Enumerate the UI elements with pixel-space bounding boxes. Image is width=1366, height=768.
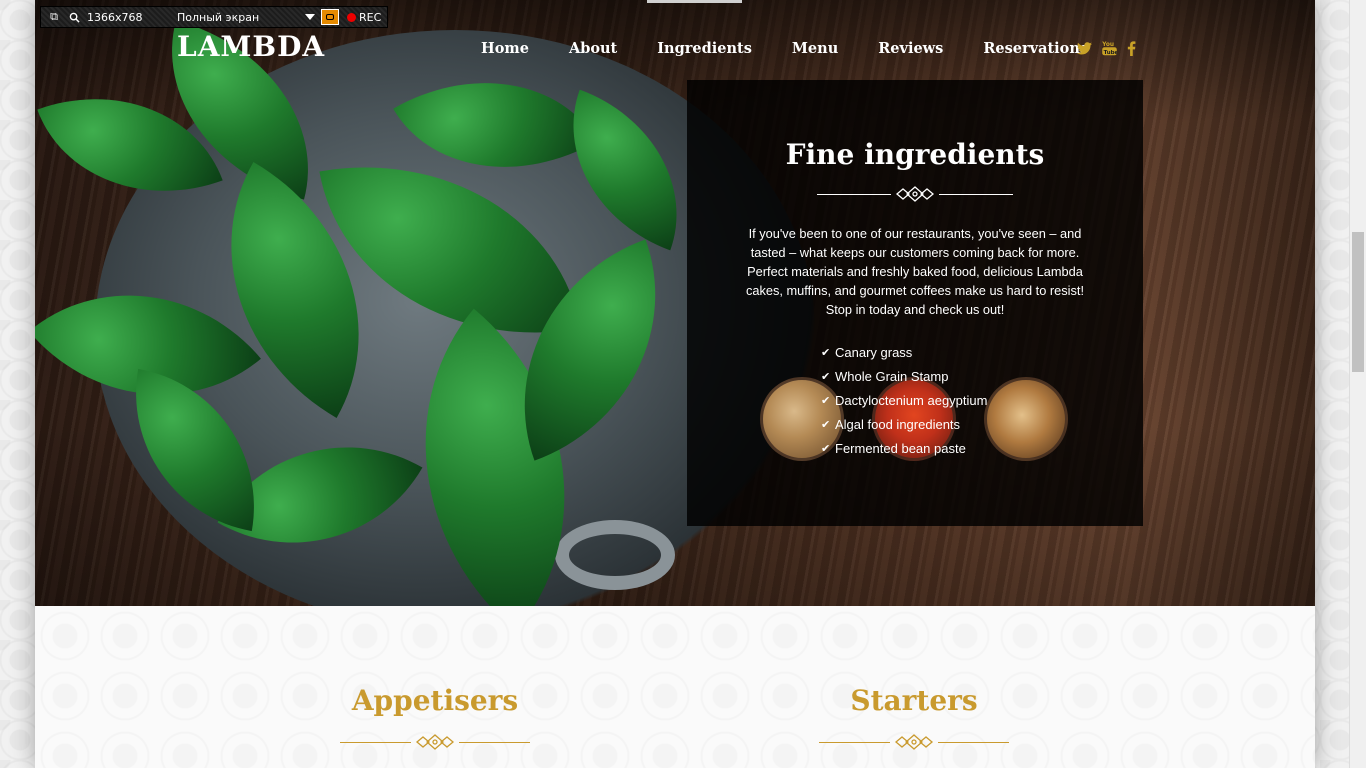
- appetisers-heading: Appetisers: [351, 684, 519, 717]
- window-mode-icon[interactable]: ⧉: [47, 10, 61, 24]
- zoom-icon[interactable]: [67, 10, 81, 24]
- nav-active-indicator: [647, 0, 742, 3]
- recorder-resolution: 1366x768: [87, 10, 143, 24]
- bucket-handle-image: [555, 520, 675, 590]
- main-nav: Home About Ingredients Menu Reviews Rese…: [481, 40, 1128, 57]
- list-item: ✔ Canary grass: [821, 341, 987, 365]
- title-divider: [817, 186, 1013, 202]
- check-icon: ✔: [821, 418, 831, 431]
- panel-title: Fine ingredients: [785, 138, 1045, 171]
- site-page: LAMBDA Home About Ingredients Menu Revie…: [35, 0, 1315, 768]
- starters-divider: [819, 734, 1009, 750]
- menu-section: [35, 606, 1315, 768]
- site-logo[interactable]: LAMBDA: [177, 30, 325, 63]
- record-dot-icon: [347, 12, 356, 22]
- svg-text:You: You: [1102, 42, 1114, 48]
- check-icon: ✔: [821, 370, 831, 383]
- check-icon: ✔: [821, 442, 831, 455]
- nav-reservations[interactable]: Reservations: [983, 40, 1088, 57]
- twitter-icon[interactable]: [1077, 41, 1092, 59]
- ornament-icon: [894, 734, 934, 750]
- list-item: ✔ Whole Grain Stamp: [821, 365, 987, 389]
- ingredients-list: ✔ Canary grass ✔ Whole Grain Stamp ✔ Dactyl…: [821, 341, 987, 461]
- social-links: You Tube: [1077, 40, 1136, 60]
- check-icon: ✔: [821, 394, 831, 407]
- recorder-toolbar: ⧉ 1366x768 Полный экран REC: [40, 6, 388, 28]
- page-scrollbar[interactable]: [1349, 0, 1366, 768]
- ornament-icon: [895, 186, 935, 202]
- svg-text:Tube: Tube: [1104, 50, 1117, 56]
- ornament-icon: [415, 734, 455, 750]
- list-item: ✔ Fermented bean paste: [821, 437, 987, 461]
- starters-heading: Starters: [850, 684, 978, 717]
- panel-description: If you've been to one of our restaurants…: [745, 226, 1085, 317]
- nav-menu[interactable]: Menu: [792, 40, 838, 57]
- facebook-icon[interactable]: [1127, 40, 1136, 60]
- list-item: ✔ Algal food ingredients: [821, 413, 987, 437]
- nav-home[interactable]: Home: [481, 40, 529, 57]
- recorder-mode-select[interactable]: Полный экран: [177, 11, 305, 24]
- list-item: ✔ Dactyloctenium aegyptium: [821, 389, 987, 413]
- nav-ingredients[interactable]: Ingredients: [657, 40, 752, 57]
- bread-image: [984, 377, 1068, 461]
- camera-icon[interactable]: [321, 9, 339, 25]
- check-icon: ✔: [821, 346, 831, 359]
- rec-label[interactable]: REC: [359, 11, 381, 24]
- nav-reviews[interactable]: Reviews: [878, 40, 943, 57]
- appetisers-divider: [340, 734, 530, 750]
- scrollbar-thumb[interactable]: [1352, 232, 1364, 372]
- youtube-icon[interactable]: You Tube: [1101, 40, 1118, 60]
- chevron-down-icon[interactable]: [305, 14, 315, 20]
- nav-about[interactable]: About: [569, 40, 617, 57]
